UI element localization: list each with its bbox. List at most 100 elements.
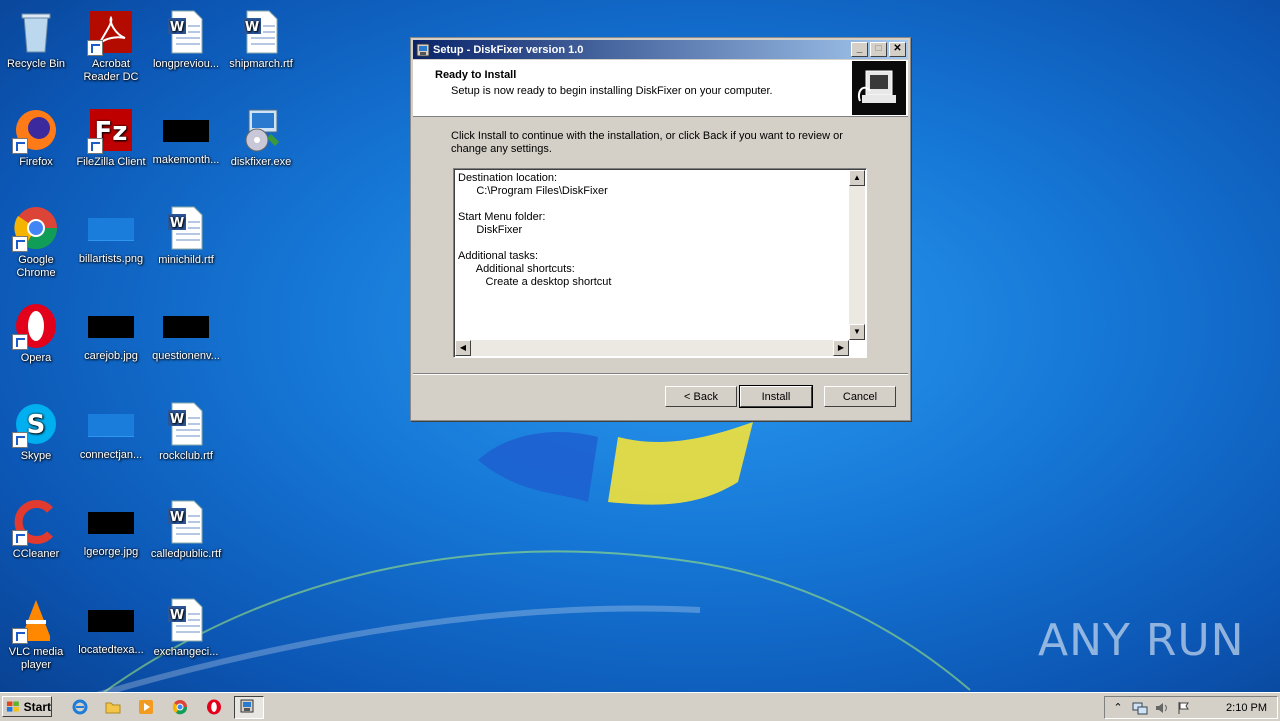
network-icon[interactable] — [1131, 700, 1149, 716]
close-button[interactable]: ✕ — [889, 42, 906, 57]
system-clock[interactable]: 2:10 PM — [1226, 702, 1267, 714]
desktop-icon-label: calledpublic.rtf — [150, 548, 222, 560]
desktop-icon-filezilla[interactable]: Fz FileZilla Client — [73, 106, 149, 169]
desktop-icon-vlc[interactable]: VLC media player — [0, 596, 74, 672]
quicklaunch-chrome[interactable] — [170, 697, 190, 717]
desktop-icon-label: questionenv... — [152, 350, 220, 362]
desktop-icon-label: Recycle Bin — [6, 58, 66, 70]
taskbar-setup-button[interactable] — [234, 696, 264, 719]
quicklaunch-media-player[interactable] — [136, 697, 156, 717]
desktop-icon-label: shipmarch.rtf — [229, 58, 293, 70]
setup-dialog: Setup - DiskFixer version 1.0 _ □ ✕ Read… — [410, 37, 911, 421]
volume-icon[interactable] — [1153, 700, 1171, 716]
chrome-icon — [172, 700, 188, 715]
desktop-icon-label: longpreviou... — [152, 58, 220, 70]
svg-text:W: W — [170, 608, 184, 623]
desktop-icon-label: carejob.jpg — [84, 350, 138, 362]
desktop-icon-label: connectjan... — [79, 449, 143, 461]
scroll-down-icon[interactable]: ▼ — [849, 324, 865, 340]
setup-app-icon — [416, 43, 430, 56]
word-document-icon: W — [168, 10, 203, 54]
svg-text:W: W — [170, 510, 184, 525]
media-player-icon — [139, 700, 153, 714]
action-center-flag-icon[interactable] — [1175, 700, 1193, 716]
desktop-icon-recycle-bin[interactable]: Recycle Bin — [0, 8, 74, 71]
scroll-up-icon[interactable]: ▲ — [849, 170, 865, 186]
desktop-icon-connectjan[interactable]: connectjan... — [73, 400, 149, 462]
desktop-icon-billartists[interactable]: billartists.png — [73, 204, 149, 266]
folder-icon — [105, 702, 121, 714]
desktop-icon-minichild[interactable]: W minichild.rtf — [148, 204, 224, 267]
image-file-icon — [163, 316, 209, 338]
dialog-titlebar[interactable]: Setup - DiskFixer version 1.0 _ □ ✕ — [413, 40, 908, 59]
wizard-computer-icon — [852, 61, 906, 115]
desktop-icon-label: Firefox — [19, 156, 53, 168]
shortcut-arrow-icon — [12, 628, 28, 644]
wizard-header: Ready to Install Setup is now ready to b… — [413, 60, 908, 117]
tray-expand-icon[interactable]: ⌃ — [1109, 700, 1127, 716]
image-file-icon — [88, 414, 134, 437]
cancel-button[interactable]: Cancel — [824, 386, 896, 407]
desktop-icon-rockclub[interactable]: W rockclub.rtf — [148, 400, 224, 463]
desktop-icon-label: Opera — [20, 352, 52, 364]
image-file-icon — [88, 316, 134, 338]
minimize-button[interactable]: _ — [851, 42, 868, 57]
desktop-icon-skype[interactable]: S Skype — [0, 400, 74, 463]
desktop-icon-exchangeci[interactable]: W exchangeci... — [148, 596, 224, 659]
desktop-icon-longpreviou[interactable]: W longpreviou... — [148, 8, 224, 71]
shortcut-arrow-icon — [87, 138, 103, 154]
image-file-icon — [88, 512, 134, 534]
quicklaunch-explorer[interactable] — [103, 697, 123, 717]
word-document-icon: W — [243, 10, 278, 54]
wizard-subheading: Setup is now ready to begin installing D… — [451, 85, 773, 97]
instructions-text: Click Install to continue with the insta… — [451, 130, 843, 155]
desktop-icon-label: Google Chrome — [16, 254, 56, 279]
anyrun-watermark: ANY RUN — [1038, 614, 1245, 666]
back-button[interactable]: < Back — [665, 386, 737, 407]
desktop-icon-label: minichild.rtf — [158, 254, 214, 266]
quicklaunch-ie[interactable] — [70, 697, 90, 717]
horizontal-scrollbar[interactable]: ◀ ▶ — [455, 340, 849, 356]
shortcut-arrow-icon — [12, 530, 28, 546]
desktop-icon-ccleaner[interactable]: CCleaner — [0, 498, 74, 561]
word-document-icon: W — [168, 500, 203, 544]
desktop-icon-acrobat[interactable]: Acrobat Reader DC — [73, 8, 149, 84]
scroll-left-icon[interactable]: ◀ — [455, 340, 471, 356]
desktop-icon-questionenv[interactable]: questionenv... — [148, 302, 224, 363]
desktop-icon-makemonth[interactable]: makemonth... — [148, 106, 224, 167]
desktop-icon-firefox[interactable]: Firefox — [0, 106, 74, 169]
windows-flag-icon — [6, 701, 19, 712]
start-label: Start — [23, 699, 51, 714]
maximize-button[interactable]: □ — [870, 42, 887, 57]
desktop-icon-lgeorge[interactable]: lgeorge.jpg — [73, 498, 149, 559]
start-button[interactable]: Start — [2, 696, 52, 717]
desktop-icon-locatedtexa[interactable]: locatedtexa... — [73, 596, 149, 657]
desktop-icon-google-chrome[interactable]: Google Chrome — [0, 204, 74, 280]
image-file-icon — [88, 610, 134, 632]
quicklaunch-opera[interactable] — [204, 697, 224, 717]
desktop-icon-carejob[interactable]: carejob.jpg — [73, 302, 149, 363]
shortcut-arrow-icon — [87, 40, 103, 56]
dialog-title: Setup - DiskFixer version 1.0 — [433, 43, 584, 56]
desktop-icon-label: rockclub.rtf — [159, 450, 213, 462]
svg-text:W: W — [245, 20, 259, 35]
vertical-scrollbar[interactable]: ▲ ▼ — [849, 170, 865, 340]
svg-text:W: W — [170, 216, 184, 231]
ready-summary-memo[interactable]: Destination location: C:\Program Files\D… — [453, 168, 867, 358]
shortcut-arrow-icon — [12, 432, 28, 448]
svg-text:W: W — [170, 412, 184, 427]
desktop-icon-label: lgeorge.jpg — [83, 546, 139, 558]
desktop-icon-calledpublic[interactable]: W calledpublic.rtf — [148, 498, 224, 561]
desktop-icon-label: FileZilla Client — [76, 156, 146, 168]
desktop-icon-label: locatedtexa... — [78, 644, 144, 656]
desktop-icon-opera[interactable]: Opera — [0, 302, 74, 365]
desktop-icon-label: exchangeci... — [153, 646, 219, 658]
scroll-right-icon[interactable]: ▶ — [833, 340, 849, 356]
install-button[interactable]: Install — [739, 385, 813, 408]
desktop-icon-shipmarch[interactable]: W shipmarch.rtf — [223, 8, 299, 71]
desktop-icon-diskfixer[interactable]: diskfixer.exe — [223, 106, 299, 169]
shortcut-arrow-icon — [12, 236, 28, 252]
desktop-icon-label: Acrobat Reader DC — [83, 58, 139, 83]
word-document-icon: W — [168, 402, 203, 446]
button-separator — [413, 373, 908, 375]
